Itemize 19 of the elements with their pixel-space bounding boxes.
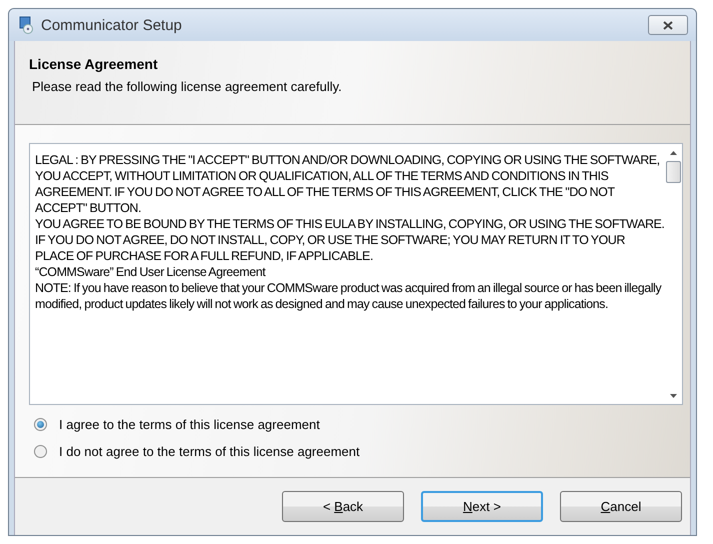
scroll-up-icon[interactable] bbox=[670, 150, 677, 154]
page-subtitle: Please read the following license agreement carefully. bbox=[31, 79, 343, 94]
license-paragraph: YOU AGREE TO BE BOUND BY THE TERMS OF THIS EULA BY INSTALLING, COPYING, OR USING THE SOFTWARE. IF YOU DO NOT AGREE, DO NOT INSTALL, COPY, OR USE THE SOFTWARE; YOU MAY RETURN IT TO YOUR PLACE OF PURCHASE FOR A FULL REFUND, IF APPLICABLE. bbox=[35, 216, 665, 264]
scroll-down-icon[interactable] bbox=[670, 394, 677, 398]
radio-option[interactable]: I agree to the terms of this license agreement bbox=[34, 417, 683, 432]
window-title: Communicator Setup bbox=[41, 16, 183, 34]
license-text-box[interactable] bbox=[29, 143, 683, 405]
close-icon bbox=[663, 20, 673, 30]
close-button[interactable] bbox=[648, 15, 688, 35]
wizard-button[interactable]: Next > bbox=[421, 491, 543, 522]
wizard-button[interactable]: Cancel bbox=[560, 491, 682, 522]
installer-icon bbox=[17, 16, 35, 34]
license-paragraph: “COMMSware” End User License Agreement bbox=[35, 264, 267, 280]
wizard-button[interactable]: < Back bbox=[282, 491, 404, 522]
license-paragraph: NOTE: If you have reason to believe that your COMMSware product was acquired from an illegal source or has been illegally modified, product updates likely will not work as designed and may cause unexpected failures to your applications. bbox=[35, 280, 662, 312]
radio-option[interactable]: I do not agree to the terms of this license agreement bbox=[34, 444, 683, 459]
scroll-thumb[interactable] bbox=[666, 161, 681, 183]
page-title: License Agreement bbox=[29, 56, 159, 72]
license-paragraph: LEGAL : BY PRESSING THE "I ACCEPT" BUTTON AND/OR DOWNLOADING, COPYING OR USING THE SOFTWARE, YOU ACCEPT, WITHOUT LIMITATION OR QUALIFICATION, ALL OF THE TERMS AND CONDITIONS IN THIS AGREEMENT. IF YOU DO NOT AGREE TO ALL OF THE TERMS OF THIS AGREEMENT, CLICK THE "DO NOT ACCEPT" BUTTON. bbox=[35, 152, 661, 216]
